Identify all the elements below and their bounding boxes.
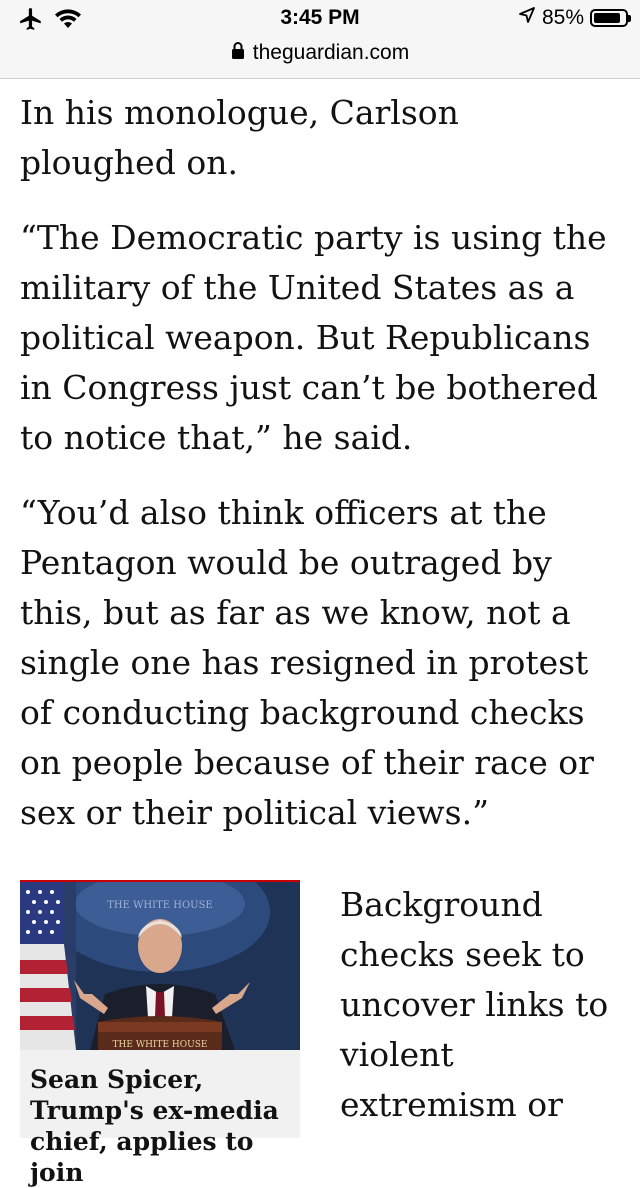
image-podium-text: THE WHITE HOUSE xyxy=(113,1040,208,1050)
article-paragraph: “The Democratic party is using the milit… xyxy=(20,218,607,457)
related-article-headline[interactable]: Sean Spicer, Trump's ex-media chief, app… xyxy=(30,1064,295,1188)
related-article-image[interactable]: THE WHITE HOUSE THE WHITE HOUSE xyxy=(20,882,300,1050)
article-paragraph: “You’d also think officers at the Pentag… xyxy=(20,493,594,832)
related-article-card[interactable]: THE WHITE HOUSE THE WHITE HOUSE Sean Spi… xyxy=(20,880,300,1187)
url-text[interactable]: theguardian.com xyxy=(253,41,409,65)
location-arrow-icon xyxy=(518,6,536,30)
related-row: THE WHITE HOUSE THE WHITE HOUSE Sean Spi… xyxy=(20,880,620,1187)
lock-icon xyxy=(231,41,245,65)
article-paragraph: Background checks seek to uncover links … xyxy=(340,885,609,1124)
battery-icon xyxy=(590,9,631,27)
battery-percent: 85% xyxy=(541,6,584,29)
image-sign-top: THE WHITE HOUSE xyxy=(107,900,212,911)
article-body: In his monologue, Carlson ploughed on. “… xyxy=(20,88,620,863)
status-right-icons: 85% xyxy=(518,6,631,30)
address-bar[interactable]: theguardian.com xyxy=(0,41,640,65)
status-bar: 3:45 PM 85% theguardian.com xyxy=(0,0,640,79)
battery-level xyxy=(594,13,620,23)
article-paragraph: In his monologue, Carlson ploughed on. xyxy=(20,93,459,182)
